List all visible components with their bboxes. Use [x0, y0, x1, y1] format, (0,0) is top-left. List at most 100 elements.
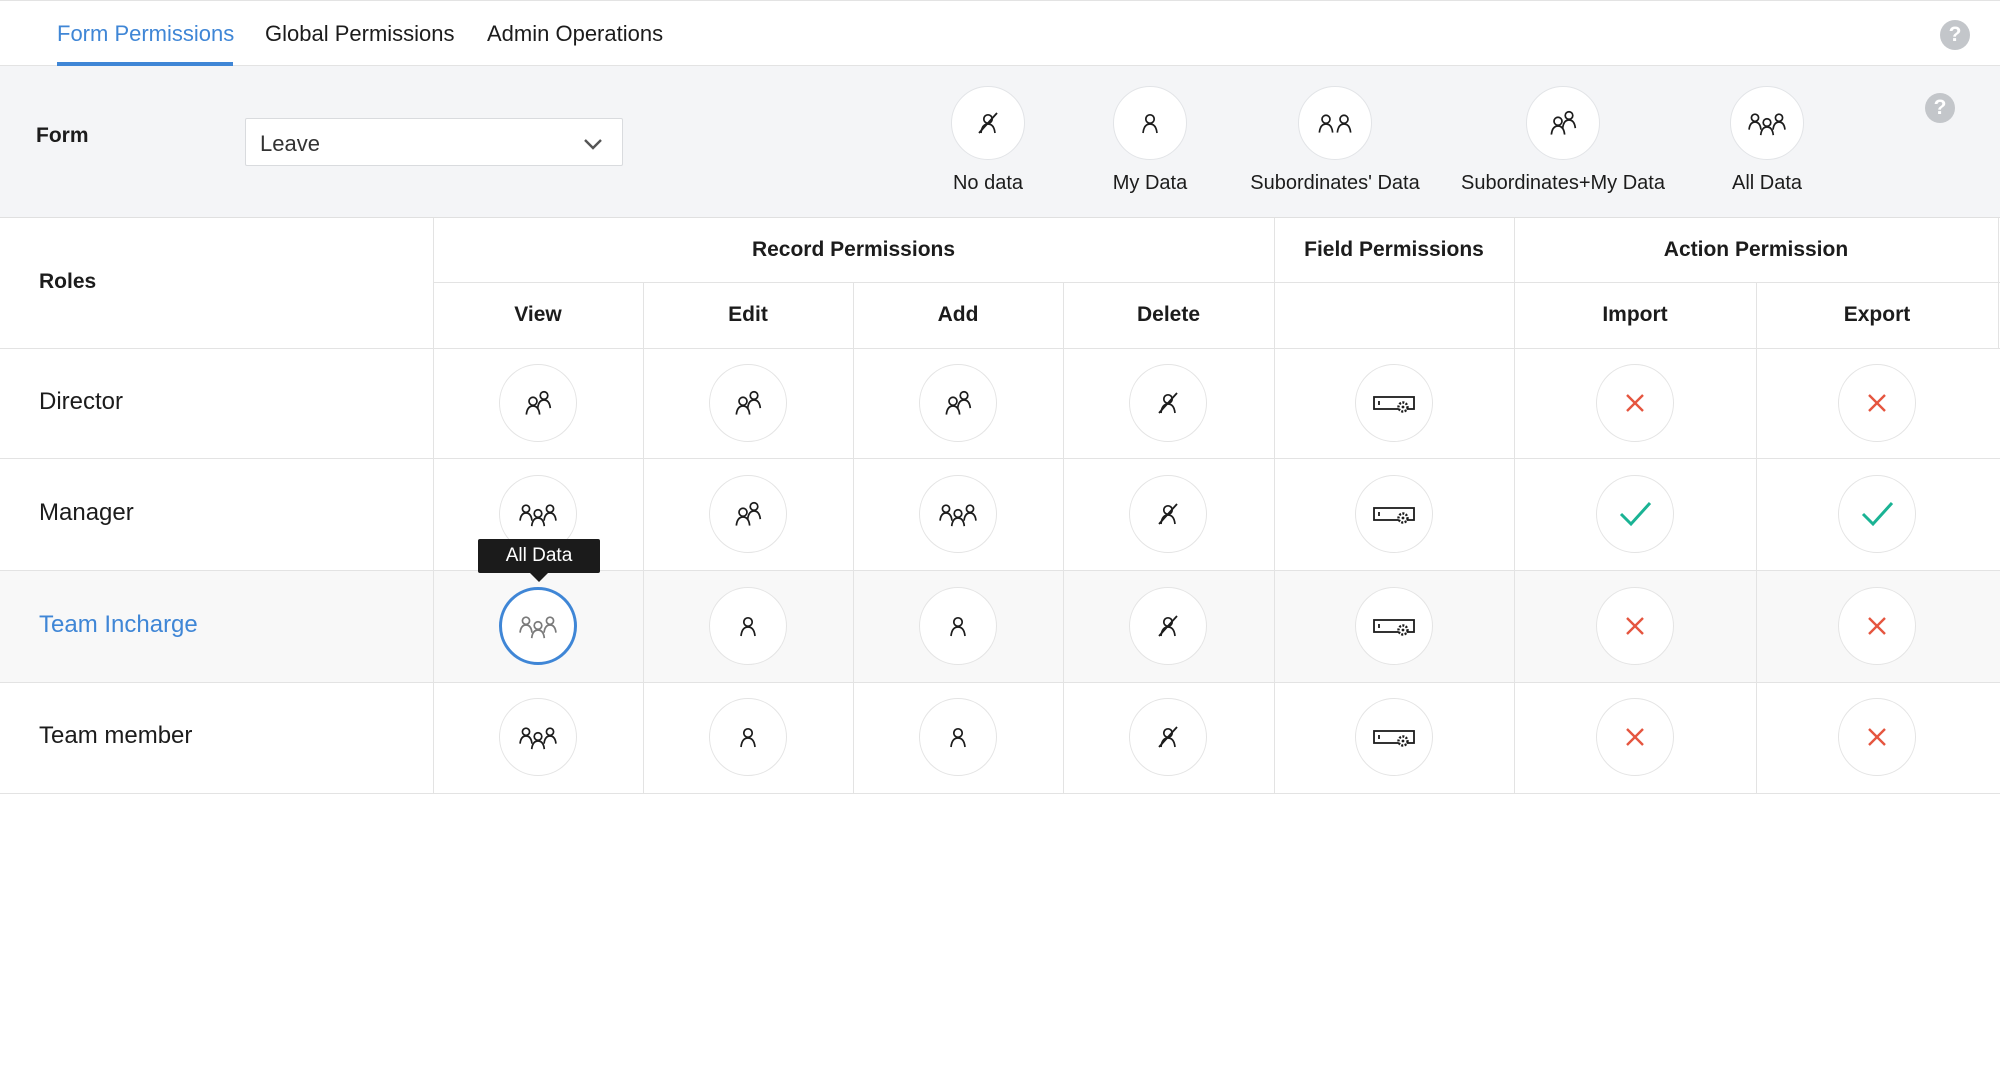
tooltip: All Data [478, 539, 600, 573]
my-data-icon [1113, 86, 1187, 160]
view-permission-cell[interactable] [499, 698, 577, 776]
no-data-icon [1158, 503, 1178, 525]
column-header-view: View [514, 303, 562, 326]
column-divider [643, 282, 644, 793]
add-permission-cell[interactable] [919, 475, 997, 553]
import-permission-cell[interactable] [1596, 364, 1674, 442]
legend-label: All Data [1731, 172, 1803, 194]
field-settings-icon [1373, 396, 1415, 413]
role-label-team-member[interactable]: Team member [39, 722, 192, 750]
form-filter-bar: Form Leave No data My Data Subordinates'… [0, 66, 2000, 218]
row-divider [0, 570, 2000, 571]
column-header-delete: Delete [1136, 303, 1201, 326]
column-header-add: Add [937, 303, 979, 326]
column-divider [1998, 218, 1999, 348]
legend-subordinates-data: Subordinates' Data [1225, 86, 1445, 195]
row-divider [0, 793, 2000, 794]
delete-permission-cell[interactable] [1129, 364, 1207, 442]
legend-label: Subordinates' Data [1250, 172, 1420, 194]
add-permission-cell[interactable] [919, 587, 997, 665]
column-header-edit: Edit [728, 303, 768, 326]
deny-icon [1868, 617, 1886, 635]
subordinates-data-icon [1298, 86, 1372, 160]
role-label-director[interactable]: Director [39, 388, 123, 416]
import-permission-cell[interactable] [1596, 587, 1674, 665]
my-data-icon [740, 616, 756, 637]
field-permission-permission-cell[interactable] [1355, 698, 1433, 776]
tab-form-permissions[interactable]: Form Permissions [57, 21, 234, 47]
all-data-icon [939, 504, 977, 527]
form-select[interactable]: Leave [245, 118, 623, 166]
legend-label: Subordinates+My Data [1460, 172, 1665, 194]
field-settings-icon [1373, 619, 1415, 636]
all-data-icon [1730, 86, 1804, 160]
legend-subordinates-my-data: Subordinates+My Data [1453, 86, 1673, 195]
legend-all-data: All Data [1657, 86, 1877, 195]
export-permission-cell[interactable] [1838, 475, 1916, 553]
tab-global-permissions[interactable]: Global Permissions [265, 21, 455, 47]
field-settings-icon [1373, 507, 1415, 524]
allow-icon [1861, 501, 1894, 527]
role-label-manager[interactable]: Manager [39, 499, 134, 527]
deny-icon [1626, 617, 1644, 635]
edit-permission-cell[interactable] [709, 364, 787, 442]
help-icon[interactable]: ? [1925, 93, 1955, 123]
help-icon[interactable]: ? [1940, 20, 1970, 50]
deny-icon [1626, 394, 1644, 412]
column-header-import: Import [1602, 303, 1668, 326]
column-divider [1063, 282, 1064, 793]
import-permission-cell[interactable] [1596, 475, 1674, 553]
add-permission-cell[interactable] [919, 364, 997, 442]
row-divider [0, 682, 2000, 683]
all-data-icon [519, 727, 557, 750]
row-divider [0, 458, 2000, 459]
delete-permission-cell[interactable] [1129, 698, 1207, 776]
no-data-icon [1158, 726, 1178, 748]
export-permission-cell[interactable] [1838, 698, 1916, 776]
column-divider [1756, 282, 1757, 793]
export-permission-cell[interactable] [1838, 587, 1916, 665]
delete-permission-cell[interactable] [1129, 475, 1207, 553]
subordinates-my-data-icon [945, 390, 972, 415]
my-data-icon [950, 727, 966, 748]
subordinates-my-data-icon [735, 501, 762, 526]
subordinates-my-data-icon [1526, 86, 1600, 160]
export-permission-cell[interactable] [1838, 364, 1916, 442]
edit-permission-cell[interactable] [709, 475, 787, 553]
header-divider [433, 282, 2000, 283]
field-permissions-header: Field Permissions [1304, 238, 1484, 261]
action-permission-header: Action Permission [1663, 238, 1849, 261]
field-permission-permission-cell[interactable] [1355, 475, 1433, 553]
selected-row-highlight [0, 570, 2000, 682]
deny-icon [1868, 394, 1886, 412]
column-divider [853, 282, 854, 793]
form-select-value: Leave [260, 131, 320, 156]
column-header-export: Export [1843, 303, 1911, 326]
no-data-icon [1158, 392, 1178, 414]
add-permission-cell[interactable] [919, 698, 997, 776]
field-permission-permission-cell[interactable] [1355, 364, 1433, 442]
no-data-icon [1158, 615, 1178, 637]
roles-header: Roles [39, 270, 97, 293]
tooltip-arrow [530, 573, 548, 582]
deny-icon [1626, 728, 1644, 746]
no-data-icon [951, 86, 1025, 160]
delete-permission-cell[interactable] [1129, 587, 1207, 665]
all-data-icon [519, 504, 557, 527]
role-label-team-incharge[interactable]: Team Incharge [39, 611, 198, 639]
my-data-icon [950, 616, 966, 637]
edit-permission-cell[interactable] [709, 587, 787, 665]
all-data-icon [519, 616, 557, 639]
form-label: Form [36, 124, 89, 147]
view-permission-cell[interactable] [499, 587, 577, 665]
view-permission-cell[interactable] [499, 364, 577, 442]
my-data-icon [740, 727, 756, 748]
tab-admin-operations[interactable]: Admin Operations [487, 21, 663, 47]
top-tab-bar: Form Permissions Global Permissions Admi… [0, 0, 2000, 66]
field-permission-permission-cell[interactable] [1355, 587, 1433, 665]
import-permission-cell[interactable] [1596, 698, 1674, 776]
subordinates-my-data-icon [735, 390, 762, 415]
edit-permission-cell[interactable] [709, 698, 787, 776]
allow-icon [1619, 501, 1652, 527]
field-settings-icon [1373, 730, 1415, 747]
